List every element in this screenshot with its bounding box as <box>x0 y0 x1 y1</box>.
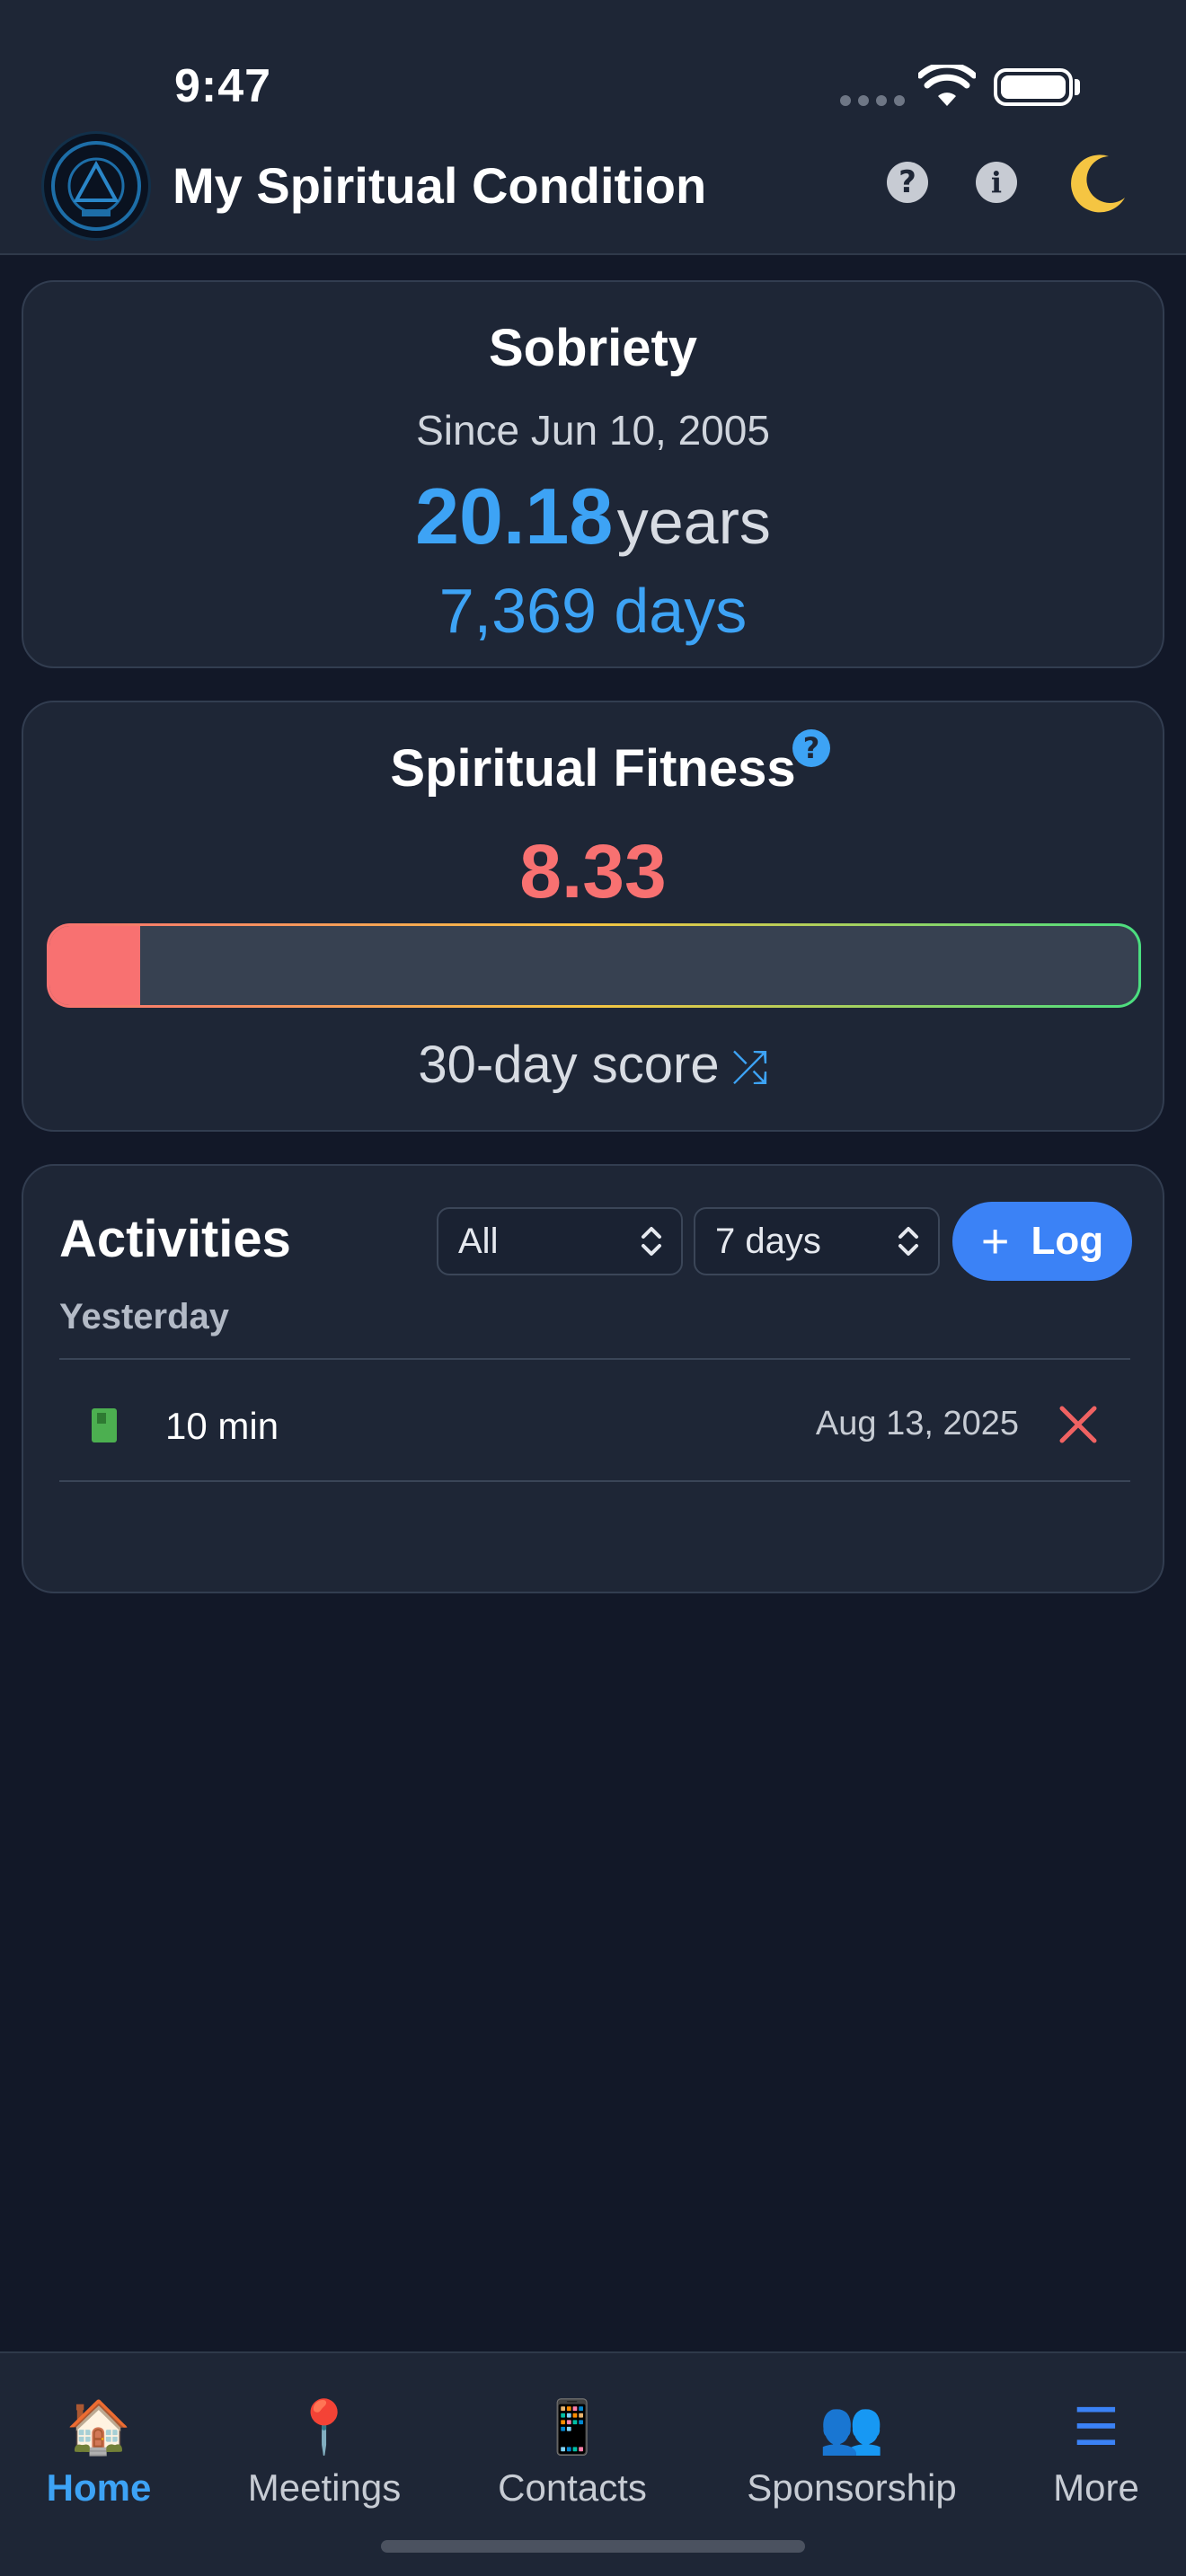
activity-date: Aug 13, 2025 <box>815 1405 1019 1442</box>
log-activity-button[interactable]: + Log <box>952 1202 1132 1281</box>
nav-more[interactable]: ☰ More <box>1048 2396 1145 2510</box>
house-icon: 🏠 <box>66 2398 132 2457</box>
shuffle-icon[interactable]: ⤮ <box>732 1042 768 1092</box>
spiritual-fitness-card: Spiritual Fitness ? 8.33 30-day score ⤮ <box>22 701 1164 1132</box>
sobriety-years: 20.18 years <box>23 471 1163 562</box>
activity-type-select[interactable]: All <box>437 1207 683 1275</box>
nav-home[interactable]: 🏠 Home <box>45 2396 153 2510</box>
cellular-signal-icon <box>840 95 905 106</box>
nav-meetings-label: Meetings <box>247 2466 402 2509</box>
menu-icon: ☰ <box>1073 2398 1120 2457</box>
home-indicator[interactable] <box>381 2540 805 2553</box>
phone-icon: 📱 <box>539 2398 606 2457</box>
activity-type-value: All <box>458 1221 499 1261</box>
chevron-up-down-icon <box>898 1227 918 1256</box>
nav-more-label: More <box>1053 2466 1139 2509</box>
nav-meetings[interactable]: 📍 Meetings <box>239 2396 410 2510</box>
sobriety-since: Since Jun 10, 2005 <box>416 407 770 454</box>
help-icon[interactable]: ? <box>887 162 928 203</box>
battery-cap <box>1075 79 1080 95</box>
app-header: 9:47 My Spiritual Condition ? i <box>0 0 1186 255</box>
date-range-select[interactable]: 7 days <box>694 1207 940 1275</box>
battery-icon <box>994 68 1073 106</box>
nav-contacts[interactable]: 📱 Contacts <box>491 2396 654 2510</box>
people-icon: 👥 <box>819 2398 885 2457</box>
plus-icon: + <box>980 1214 1010 1268</box>
app-title: My Spiritual Condition <box>173 157 707 214</box>
date-range-value: 7 days <box>715 1221 821 1261</box>
fitness-score: 8.33 <box>519 829 667 913</box>
wifi-icon <box>918 65 976 106</box>
chevron-up-down-icon <box>642 1227 661 1256</box>
sobriety-years-unit: years <box>616 487 771 557</box>
app-logo-badge-icon <box>51 141 141 231</box>
nav-home-label: Home <box>46 2466 152 2509</box>
moon-icon[interactable] <box>1066 151 1130 216</box>
nav-contacts-label: Contacts <box>498 2466 647 2509</box>
fitness-caption: 30-day score <box>418 1036 720 1094</box>
nav-sponsorship-label: Sponsorship <box>747 2466 957 2509</box>
activity-group-label: Yesterday <box>59 1297 230 1337</box>
fitness-title: Spiritual Fitness <box>390 739 796 798</box>
pin-icon: 📍 <box>291 2398 358 2457</box>
activity-duration: 10 min <box>165 1405 279 1447</box>
sobriety-card: Sobriety Since Jun 10, 2005 20.18 years … <box>22 280 1164 668</box>
activities-title: Activities <box>59 1210 291 1268</box>
status-time: 9:47 <box>174 60 272 112</box>
fitness-progress-fill <box>49 926 140 1005</box>
sobriety-years-value: 20.18 <box>415 472 614 560</box>
book-icon <box>92 1408 117 1442</box>
fitness-progress-bar <box>47 923 1141 1008</box>
sobriety-days: 7,369 days <box>438 576 748 646</box>
divider <box>59 1480 1130 1482</box>
divider <box>59 1358 1130 1360</box>
info-icon[interactable]: i <box>976 162 1017 203</box>
fitness-help-icon[interactable]: ? <box>792 729 830 767</box>
delete-x-icon[interactable] <box>1057 1403 1100 1446</box>
fitness-progress-track <box>49 926 1138 1005</box>
nav-sponsorship[interactable]: 👥 Sponsorship <box>737 2396 967 2510</box>
activities-card: Activities All 7 days + Log Yesterday 10… <box>22 1164 1164 1593</box>
sobriety-title: Sobriety <box>488 319 698 377</box>
log-button-label: Log <box>1031 1219 1104 1263</box>
app-logo <box>41 131 151 241</box>
fitness-caption-row: 30-day score ⤮ <box>23 1035 1163 1095</box>
